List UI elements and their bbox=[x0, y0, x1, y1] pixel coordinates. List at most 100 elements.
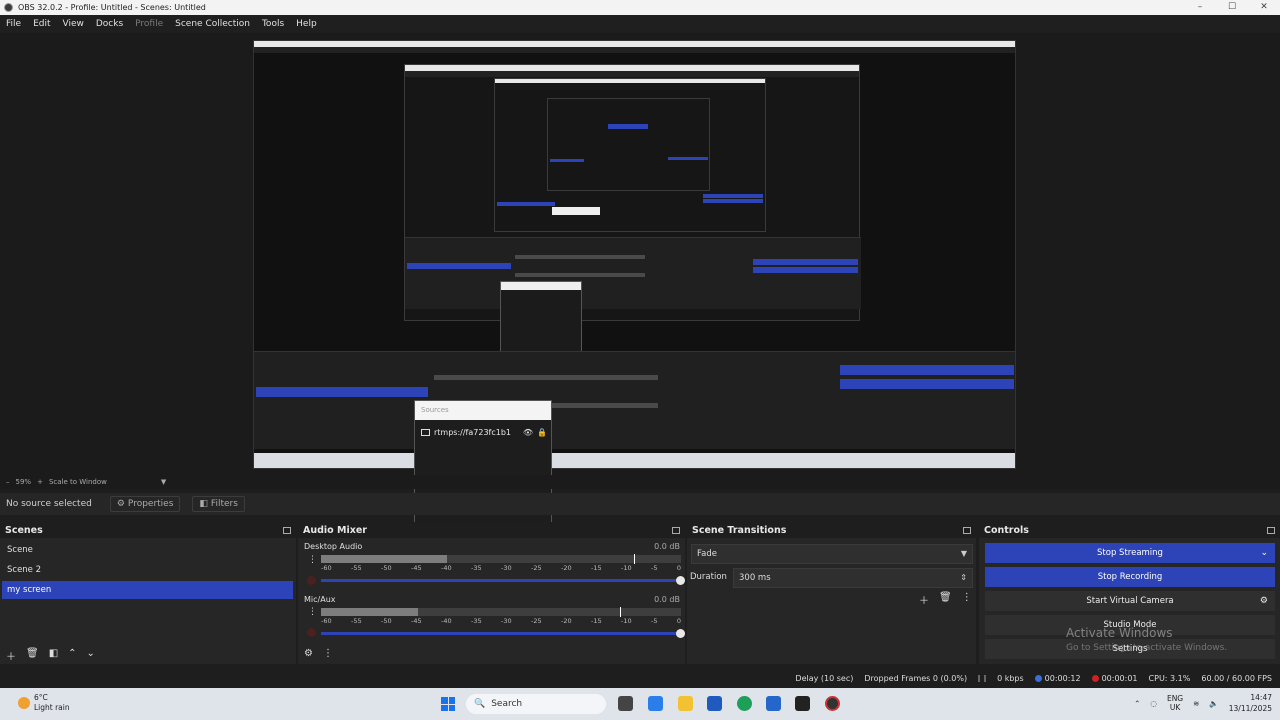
menu-docks[interactable]: Docks bbox=[96, 19, 123, 29]
spin-arrows-icon[interactable]: ⇕ bbox=[960, 569, 967, 587]
scene-filters-icon[interactable]: ◧ bbox=[49, 648, 58, 663]
zoom-in-button[interactable]: + bbox=[37, 478, 43, 486]
meter-fill bbox=[321, 555, 447, 563]
remove-scene-icon[interactable]: 🗑 bbox=[26, 648, 39, 663]
record-icon bbox=[1091, 675, 1099, 682]
scene-item-scene[interactable]: Scene bbox=[2, 541, 293, 559]
mixer-channel-mic-aux: Mic/Aux 0.0 dB -60 -55 -50 -45 -40 -35 -30 -25-… bbox=[304, 595, 685, 645]
db-tick: -55 bbox=[351, 617, 362, 625]
obs-icon bbox=[4, 3, 13, 12]
menu-scene-collection[interactable]: Scene Collection bbox=[175, 19, 250, 29]
undock-icon[interactable] bbox=[963, 526, 971, 534]
stream-time: 00:00:12 bbox=[1044, 674, 1081, 683]
stop-recording-button[interactable]: Stop Recording bbox=[985, 567, 1275, 587]
undock-icon[interactable] bbox=[672, 526, 680, 534]
undock-icon[interactable] bbox=[283, 526, 291, 534]
move-down-icon[interactable]: ⌄ bbox=[87, 648, 95, 663]
slider-knob[interactable] bbox=[676, 576, 685, 585]
advanced-audio-icon[interactable]: ⚙ bbox=[304, 648, 313, 659]
search-icon: 🔍 bbox=[474, 699, 486, 709]
add-transition-icon[interactable]: ＋ bbox=[919, 592, 929, 607]
title-bar: OBS 32.0.2 - Profile: Untitled - Scenes:… bbox=[0, 0, 1280, 15]
source-toolbar: No source selected ⚙ Properties ◧ Filters bbox=[0, 493, 1280, 515]
menu-profile[interactable]: Profile bbox=[135, 19, 163, 29]
volume-meter bbox=[321, 607, 681, 617]
undock-icon[interactable] bbox=[1267, 526, 1275, 534]
controls-header: Controls bbox=[979, 522, 1280, 538]
clock[interactable]: 14:47 13/11/2025 bbox=[1229, 692, 1272, 714]
chevron-up-icon[interactable]: ⌃ bbox=[1134, 699, 1140, 708]
source-item[interactable]: rtmps://fa723fc1b1 👁 🔒 bbox=[421, 426, 547, 438]
menu-help[interactable]: Help bbox=[296, 19, 317, 29]
wifi-icon[interactable]: ≋ bbox=[1193, 699, 1199, 708]
scale-mode[interactable]: Scale to Window bbox=[49, 478, 107, 486]
transition-select[interactable]: Fade ▼ bbox=[691, 544, 973, 564]
maximize-button[interactable]: ☐ bbox=[1216, 0, 1248, 15]
delay-status: Delay (10 sec) bbox=[795, 674, 854, 683]
move-up-icon[interactable]: ⌃ bbox=[68, 648, 76, 663]
chrome-icon[interactable] bbox=[737, 696, 752, 711]
menu-tools[interactable]: Tools bbox=[262, 19, 284, 29]
taskbar-search[interactable]: 🔍 Search bbox=[466, 694, 606, 714]
obs-taskbar-icon[interactable] bbox=[825, 696, 840, 711]
gear-icon[interactable]: ⚙ bbox=[1260, 591, 1268, 611]
network-icon[interactable]: ◌ bbox=[1150, 699, 1157, 708]
volume-slider[interactable] bbox=[321, 576, 685, 585]
close-button[interactable]: ✕ bbox=[1248, 0, 1280, 15]
menu-view[interactable]: View bbox=[63, 19, 84, 29]
transition-menu-icon[interactable]: ⋮ bbox=[962, 592, 972, 607]
menu-file[interactable]: File bbox=[6, 19, 21, 29]
weather-temp: 6°C bbox=[34, 693, 48, 702]
duration-value: 300 ms bbox=[739, 573, 771, 583]
channel-menu-icon[interactable]: ⋮ bbox=[308, 607, 317, 617]
nested-meter-1 bbox=[434, 375, 658, 380]
volume-slider[interactable] bbox=[321, 629, 685, 638]
duration-spinbox[interactable]: 300 ms ⇕ bbox=[733, 568, 973, 588]
windows-start-icon[interactable] bbox=[441, 697, 455, 711]
preview-canvas[interactable] bbox=[253, 40, 1016, 469]
scene-item-my-screen[interactable]: my screen bbox=[2, 581, 293, 599]
db-tick: 0 bbox=[676, 564, 681, 572]
chevron-down-icon: ▼ bbox=[960, 549, 967, 558]
db-tick: -35 bbox=[471, 564, 482, 572]
language-indicator[interactable]: ENG UK bbox=[1167, 694, 1183, 712]
scale-dropdown-icon[interactable]: ▼ bbox=[161, 478, 166, 486]
minimize-button[interactable]: – bbox=[1184, 0, 1216, 15]
remote-desktop-icon[interactable] bbox=[766, 696, 781, 711]
chevron-down-icon[interactable]: ⌄ bbox=[1260, 543, 1268, 563]
controls-title: Controls bbox=[984, 524, 1029, 536]
store-icon[interactable] bbox=[648, 696, 663, 711]
stop-streaming-label: Stop Streaming bbox=[1097, 548, 1163, 558]
remove-transition-icon[interactable]: 🗑 bbox=[939, 592, 952, 607]
volume-icon[interactable]: 🔈 bbox=[1209, 699, 1218, 708]
file-explorer-icon[interactable] bbox=[678, 696, 693, 711]
properties-button[interactable]: ⚙ Properties bbox=[109, 496, 181, 512]
lock-icon[interactable]: 🔒 bbox=[537, 428, 547, 437]
db-tick: -15 bbox=[591, 617, 602, 625]
slider-knob[interactable] bbox=[676, 629, 685, 638]
menu-edit[interactable]: Edit bbox=[33, 19, 50, 29]
mute-icon[interactable] bbox=[307, 576, 316, 585]
mail-icon[interactable] bbox=[707, 696, 722, 711]
properties-label: Properties bbox=[127, 499, 174, 509]
channel-name: Desktop Audio bbox=[304, 542, 363, 551]
add-scene-icon[interactable]: ＋ bbox=[6, 648, 16, 663]
mute-icon[interactable] bbox=[307, 628, 316, 637]
task-view-icon[interactable] bbox=[618, 696, 633, 711]
start-virtual-camera-button[interactable]: Start Virtual Camera ⚙ bbox=[985, 591, 1275, 611]
activate-windows-title: Activate Windows bbox=[1066, 626, 1173, 640]
lang-region: UK bbox=[1169, 703, 1181, 712]
db-tick: -60 bbox=[321, 617, 332, 625]
filters-button[interactable]: ◧ Filters bbox=[192, 496, 245, 512]
channel-menu-icon[interactable]: ⋮ bbox=[308, 555, 317, 565]
stop-streaming-button[interactable]: Stop Streaming ⌄ bbox=[985, 543, 1275, 563]
db-tick: -55 bbox=[351, 564, 362, 572]
zoom-out-button[interactable]: – bbox=[6, 478, 10, 486]
mixer-menu-icon[interactable]: ⋮ bbox=[323, 648, 333, 659]
sources-popup-header: Sources bbox=[415, 401, 551, 420]
zoom-bar: – 59% + Scale to Window ▼ bbox=[0, 475, 1280, 489]
eye-icon[interactable]: 👁 bbox=[523, 428, 533, 437]
db-tick: -40 bbox=[441, 564, 452, 572]
scene-item-scene-2[interactable]: Scene 2 bbox=[2, 561, 293, 579]
app-icon[interactable] bbox=[795, 696, 810, 711]
